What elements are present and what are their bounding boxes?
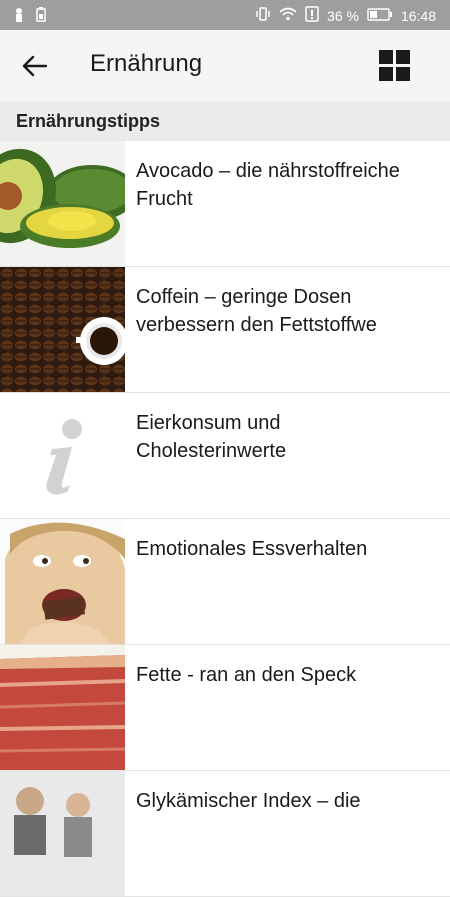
vibrate-icon xyxy=(255,7,271,24)
info-icon xyxy=(0,393,125,518)
coffee-image xyxy=(0,267,125,392)
battery-icon xyxy=(367,7,393,24)
list-item[interactable]: Emotionales Essverhalten xyxy=(0,519,450,645)
list-item[interactable]: Glykämischer Index – die xyxy=(0,771,450,897)
battery-charging-notification-icon xyxy=(36,7,46,25)
bacon-image xyxy=(0,645,125,770)
app-toolbar: Ernährung xyxy=(0,30,450,101)
section-title: Ernährungstipps xyxy=(16,111,161,131)
clock: 16:48 xyxy=(400,7,436,24)
list-item-title: Emotionales Essverhalten xyxy=(136,538,368,560)
woman-eating-chocolate-image xyxy=(0,519,125,644)
grid-view-icon xyxy=(379,50,393,64)
list-item-title: Avocado – die nährstoffreiche Frucht xyxy=(136,160,400,210)
wifi-icon xyxy=(279,7,297,24)
grid-view-button[interactable] xyxy=(379,50,410,81)
list-item-title: Glykämischer Index – die xyxy=(136,790,361,812)
list-item[interactable]: Fette - ran an den Speck xyxy=(0,645,450,771)
people-image xyxy=(0,771,125,896)
list-item[interactable]: Eierkonsum und Cholesterinwerte xyxy=(0,393,450,519)
page-title: Ernährung xyxy=(90,50,203,77)
list-item[interactable]: Avocado – die nährstoffreiche Frucht xyxy=(0,141,450,267)
list-item-title: Coffein – geringe Dosen verbessern den F… xyxy=(136,286,377,336)
article-list: Avocado – die nährstoffreiche Frucht Cof… xyxy=(0,141,450,897)
list-item-title: Eierkonsum und Cholesterinwerte xyxy=(136,412,287,462)
list-item[interactable]: Coffein – geringe Dosen verbessern den F… xyxy=(0,267,450,393)
section-header: Ernährungstipps xyxy=(0,101,450,141)
status-bar: 36 % 16:48 xyxy=(0,0,450,30)
battery-percent: 36 % xyxy=(327,7,359,24)
signal-alert-icon xyxy=(305,6,319,25)
avocado-image xyxy=(0,141,125,266)
list-item-title: Fette - ran an den Speck xyxy=(136,664,357,686)
back-button[interactable] xyxy=(18,50,52,82)
arrow-left-icon xyxy=(22,55,48,77)
person-notification-icon xyxy=(14,7,24,25)
